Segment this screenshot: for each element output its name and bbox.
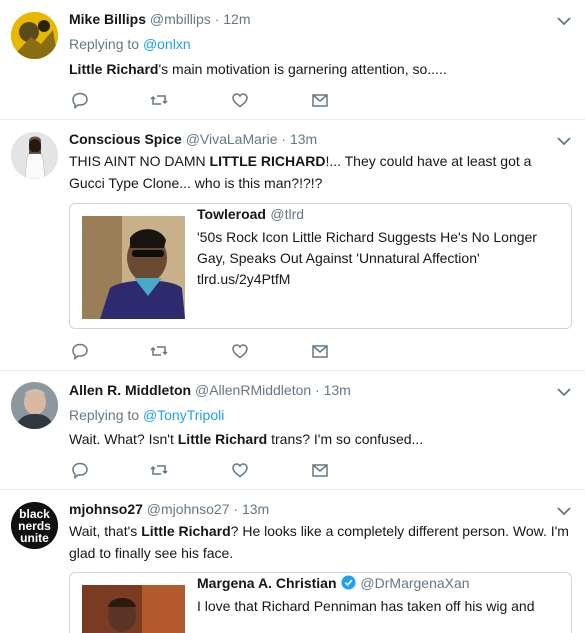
chevron-down-icon[interactable]	[557, 136, 571, 146]
card-image	[82, 585, 185, 633]
tweet[interactable]: black nerds unite mjohnso27 @mjohnso27 ·…	[0, 490, 585, 633]
card-author-handle: @DrMargenaXan	[360, 575, 470, 591]
card-author-name: Towleroad	[197, 206, 266, 222]
like-icon[interactable]	[231, 461, 249, 479]
verified-icon	[341, 575, 356, 590]
highlight-term: LITTLE RICHARD	[209, 153, 326, 169]
user-handle[interactable]: @AllenRMiddleton	[195, 382, 311, 398]
avatar[interactable]	[11, 382, 58, 429]
highlight-term: Little Richard	[69, 61, 159, 77]
tweet-header: Allen R. Middleton @AllenRMiddleton · 13…	[69, 382, 545, 398]
display-name[interactable]: mjohnso27	[69, 501, 143, 517]
avatar[interactable]: black nerds unite	[11, 502, 58, 549]
separator-dot: ·	[281, 131, 287, 147]
message-icon[interactable]	[311, 91, 329, 109]
chevron-down-icon[interactable]	[557, 387, 571, 397]
replying-to-handle[interactable]: @TonyTripoli	[143, 407, 224, 423]
chevron-down-icon[interactable]	[557, 506, 571, 516]
retweet-icon[interactable]	[150, 461, 168, 479]
card-text: '50s Rock Icon Little Richard Suggests H…	[197, 229, 537, 287]
display-name[interactable]: Allen R. Middleton	[69, 382, 191, 398]
timestamp[interactable]: 13m	[242, 501, 269, 517]
retweet-icon[interactable]	[150, 342, 168, 360]
tweet-text: Wait, that's Little Richard? He looks li…	[69, 520, 569, 564]
separator-dot: ·	[315, 382, 320, 398]
replying-to-handle[interactable]: @onlxn	[143, 36, 191, 52]
tweet-text-rest: trans? I'm so confused...	[267, 431, 424, 447]
display-name[interactable]: Mike Billips	[69, 11, 146, 27]
replying-to: Replying to @TonyTripoli	[69, 407, 224, 423]
card-author-handle: @tlrd	[270, 206, 305, 222]
tweet-text: THIS AINT NO DAMN LITTLE RICHARD!... The…	[69, 150, 569, 194]
tweet-header: mjohnso27 @mjohnso27 · 13m	[69, 501, 545, 517]
link-card[interactable]: Towleroad @tlrd '50s Rock Icon Little Ri…	[69, 203, 572, 329]
tweet-text: Wait. What? Isn't Little Richard trans? …	[69, 428, 569, 450]
link-card[interactable]: Margena A. Christian @DrMargenaXan I lov…	[69, 572, 572, 633]
avatar[interactable]	[11, 12, 58, 59]
replying-label: Replying to	[69, 36, 140, 52]
svg-text:unite: unite	[20, 531, 49, 545]
highlight-term: Little Richard	[141, 523, 231, 539]
tweet-text-pre: Wait. What? Isn't	[69, 431, 178, 447]
tweet[interactable]: Allen R. Middleton @AllenRMiddleton · 13…	[0, 371, 585, 490]
retweet-icon[interactable]	[150, 91, 168, 109]
tweet-text: Little Richard's main motivation is garn…	[69, 58, 569, 80]
tweet-text-rest: 's main motivation is garnering attentio…	[158, 61, 447, 77]
replying-label: Replying to	[69, 407, 140, 423]
reply-icon[interactable]	[71, 91, 89, 109]
separator-dot: ·	[214, 11, 220, 27]
timestamp[interactable]: 12m	[223, 11, 250, 27]
user-handle[interactable]: @mjohnso27	[147, 501, 230, 517]
user-handle[interactable]: @VivaLaMarie	[186, 131, 278, 147]
like-icon[interactable]	[231, 342, 249, 360]
tweet-text-pre: Wait, that's	[69, 523, 142, 539]
tweet[interactable]: Conscious Spice @VivaLaMarie · 13m THIS …	[0, 120, 585, 371]
card-author-name: Margena A. Christian	[197, 575, 337, 591]
tweet-text-pre: THIS AINT NO DAMN	[69, 153, 210, 169]
timestamp[interactable]: 13m	[290, 131, 317, 147]
chevron-down-icon[interactable]	[557, 16, 571, 26]
tweet-header: Conscious Spice @VivaLaMarie · 13m	[69, 131, 545, 147]
message-icon[interactable]	[311, 342, 329, 360]
message-icon[interactable]	[311, 461, 329, 479]
replying-to: Replying to @onlxn	[69, 36, 191, 52]
tweet[interactable]: Mike Billips @mbillips · 12m Replying to…	[0, 0, 585, 120]
tweet-header: Mike Billips @mbillips · 12m	[69, 11, 545, 27]
reply-icon[interactable]	[71, 342, 89, 360]
separator-dot: ·	[233, 501, 239, 517]
avatar[interactable]	[11, 132, 58, 179]
highlight-term: Little Richard	[177, 431, 268, 447]
like-icon[interactable]	[231, 91, 249, 109]
card-image	[82, 216, 185, 319]
user-handle[interactable]: @mbillips	[150, 11, 211, 27]
reply-icon[interactable]	[71, 461, 89, 479]
timestamp[interactable]: 13m	[324, 382, 351, 398]
display-name[interactable]: Conscious Spice	[69, 131, 182, 147]
